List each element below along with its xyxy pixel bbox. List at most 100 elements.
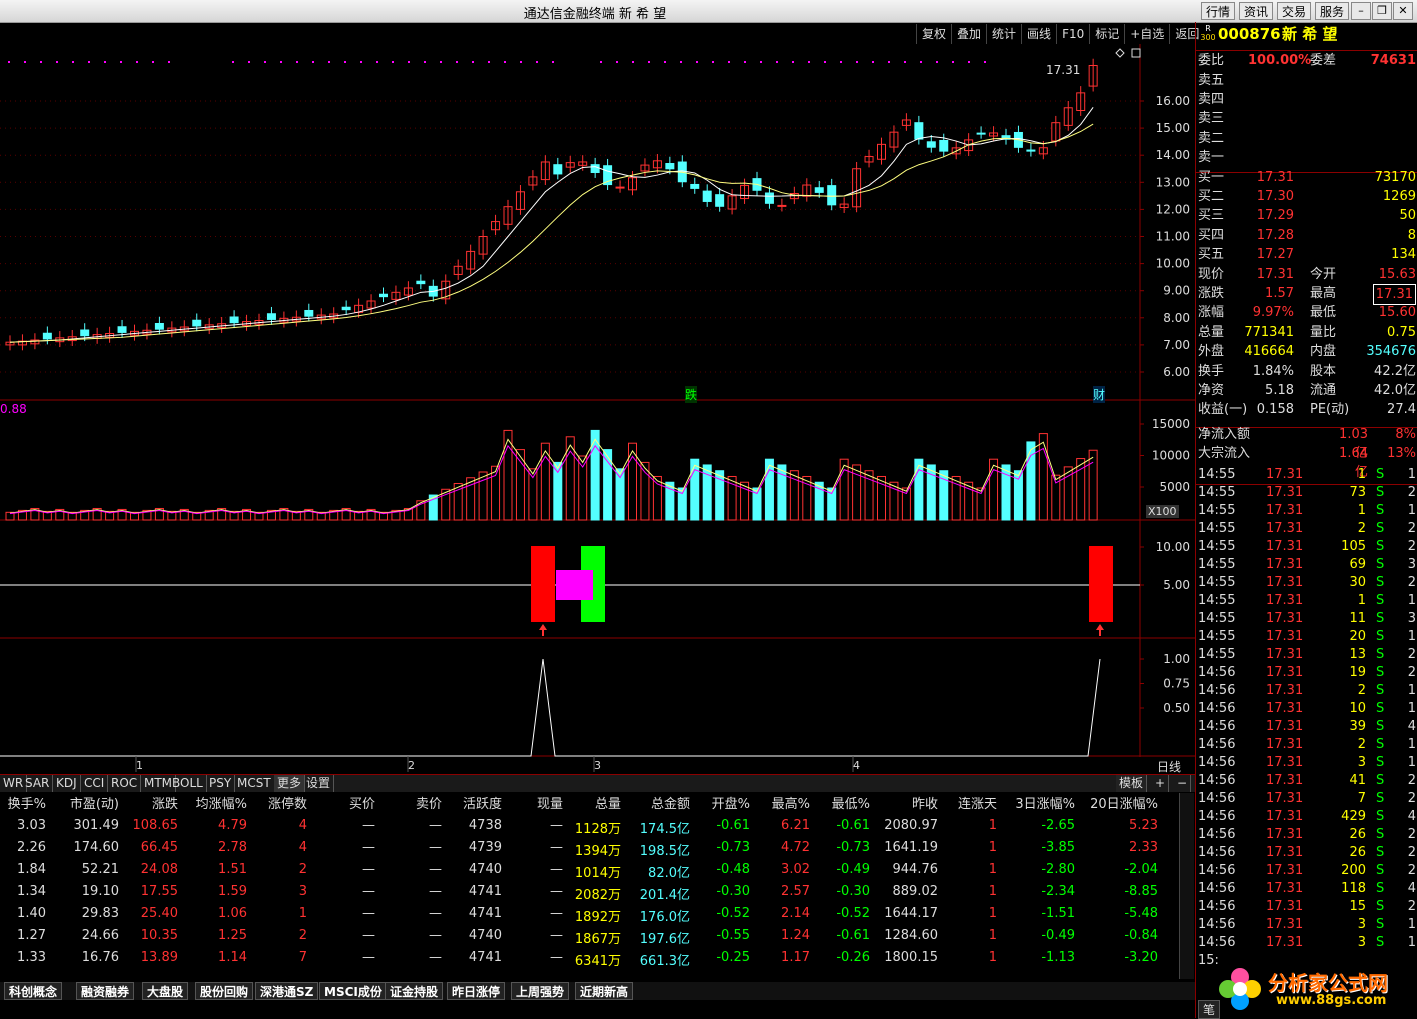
- table-header-2[interactable]: 涨跌: [152, 793, 178, 812]
- minimize-icon[interactable]: –: [1351, 2, 1371, 20]
- table-cell: 4741: [468, 950, 502, 965]
- period-label[interactable]: 日线: [1157, 758, 1181, 775]
- stat2-value: 5.18: [1265, 383, 1294, 399]
- table-cell: 4: [298, 840, 307, 855]
- sector-tab-8[interactable]: 上周强势: [511, 982, 570, 1000]
- indicator-tab-kdj[interactable]: KDJ: [53, 775, 81, 792]
- sector-tab-6[interactable]: 证金持股: [385, 982, 444, 1000]
- table-header-9[interactable]: 总量: [595, 793, 621, 812]
- table-row[interactable]: 1.33 16.76 13.89 1.14 7 — — 4741 — 6341万 661.3亿 -0.…: [0, 947, 1170, 969]
- table-header-4[interactable]: 涨停数: [268, 793, 307, 812]
- tick-time: 14:56: [1198, 755, 1236, 770]
- sector-tab-0[interactable]: 科创概念: [4, 982, 63, 1000]
- tick-price: 17.31: [1266, 863, 1304, 878]
- tick-row: 14:56 17.31 3 S 1: [1198, 916, 1416, 934]
- tick-count: 1: [1407, 737, 1416, 752]
- table-header-17[interactable]: 20日涨幅%: [1090, 793, 1158, 812]
- table-row[interactable]: 1.34 19.10 17.55 1.59 3 — — 4741 — 2082万 201.4亿 -0.…: [0, 881, 1170, 903]
- indicator-tab-设置[interactable]: 设置: [303, 775, 335, 792]
- menu-button-fuwu[interactable]: 服务: [1315, 2, 1350, 20]
- sector-tab-5[interactable]: MSCI成份: [319, 982, 387, 1000]
- ind2-axis-label: 0.50: [1163, 701, 1190, 715]
- table-cell: 1: [988, 928, 997, 943]
- stat2-label: 股本: [1310, 364, 1337, 379]
- table-cell: -0.84: [1124, 928, 1158, 943]
- ind2-line: [0, 658, 1101, 757]
- tick-count: 4: [1407, 881, 1416, 896]
- menu-button-zixun[interactable]: 资讯: [1239, 2, 1274, 20]
- tick-side: S: [1376, 737, 1385, 752]
- sector-tab-3[interactable]: 股份回购: [195, 982, 254, 1000]
- table-row[interactable]: 1.84 52.21 24.08 1.51 2 — — 4740 — 1014万 82.0亿 -0.4…: [0, 859, 1170, 881]
- sector-tab-9[interactable]: 近期新高: [575, 982, 634, 1000]
- tick-time: 14:55: [1198, 467, 1236, 482]
- toolbar-biaoji[interactable]: 标记: [1089, 24, 1124, 44]
- toolbar-huaxian[interactable]: 画线: [1021, 24, 1056, 44]
- tick-volume: 26: [1349, 827, 1366, 842]
- remove-tab-button[interactable]: −: [1174, 775, 1192, 792]
- quote-stat-row: 总量 771341 量比 0.75: [1198, 323, 1416, 342]
- table-cell: 4.72: [781, 840, 810, 855]
- tick-price: 17.31: [1266, 467, 1304, 482]
- menu-button-hangqing[interactable]: 行情: [1201, 2, 1236, 20]
- sector-tab-2[interactable]: 大盘股: [142, 982, 189, 1000]
- table-row[interactable]: 1.27 24.66 10.35 1.25 2 — — 4740 — 1867万 197.6亿 -0.…: [0, 925, 1170, 947]
- table-header-15[interactable]: 连涨天: [958, 793, 997, 812]
- candle-body: [266, 313, 276, 320]
- kline-chart[interactable]: 16.0015.0014.0013.0012.0011.0010.009.008…: [0, 44, 1195, 774]
- tick-price: 17.31: [1266, 773, 1304, 788]
- tick-count: 2: [1407, 521, 1416, 536]
- table-header-12[interactable]: 最高%: [772, 793, 810, 812]
- close-icon[interactable]: ✕: [1393, 2, 1413, 20]
- table-header-14[interactable]: 昨收: [912, 793, 938, 812]
- table-header-6[interactable]: 卖价: [416, 793, 442, 812]
- candle-body: [926, 141, 936, 148]
- menu-button-jiaoyi[interactable]: 交易: [1277, 2, 1312, 20]
- sector-tab-7[interactable]: 昨日涨停: [447, 982, 506, 1000]
- restore-icon[interactable]: ❐: [1372, 2, 1392, 20]
- table-row[interactable]: 1.40 29.83 25.40 1.06 1 — — 4741 — 1892万 176.0亿 -0.…: [0, 903, 1170, 925]
- indicator-tab-更多[interactable]: 更多: [274, 775, 306, 792]
- tick-volume: 15: [1349, 899, 1366, 914]
- table-scrollbar[interactable]: [1179, 793, 1194, 979]
- toolbar-f10[interactable]: F10: [1056, 24, 1089, 44]
- tick-volume: 19: [1349, 665, 1366, 680]
- sector-table[interactable]: 换手% 市盈(动) 涨跌 均涨幅% 涨停数 买价 卖价 活跃度 现量 总量 总金额 开盘% 最高% 最低%…: [0, 791, 1195, 981]
- tick-count: 4: [1407, 719, 1416, 734]
- table-row[interactable]: 3.03 301.49 108.65 4.79 4 — — 4738 — 1128万 174.5亿 -…: [0, 815, 1170, 837]
- table-header-5[interactable]: 买价: [349, 793, 375, 812]
- toolbar-tongji[interactable]: 统计: [986, 24, 1021, 44]
- indicator-tab-sar[interactable]: SAR: [22, 775, 54, 792]
- table-header-7[interactable]: 活跃度: [463, 793, 502, 812]
- indicator-tab-mcst[interactable]: MCST: [234, 775, 275, 792]
- table-header-3[interactable]: 均涨幅%: [196, 793, 247, 812]
- indicator-tab-boll[interactable]: BOLL: [169, 775, 207, 792]
- tick-price: 17.31: [1266, 827, 1304, 842]
- stat-value: 17.31: [1256, 267, 1294, 282]
- signal-dot: [728, 61, 730, 63]
- toolbar-diejia[interactable]: 叠加: [951, 24, 986, 44]
- table-cell: -0.25: [716, 950, 750, 965]
- toolbar-zixuan[interactable]: +自选: [1124, 24, 1169, 44]
- table-header-1[interactable]: 市盈(动): [70, 793, 119, 812]
- tick-row: 14:56 17.31 2 S 1: [1198, 736, 1416, 754]
- table-header-16[interactable]: 3日涨幅%: [1015, 793, 1075, 812]
- sector-tab-4[interactable]: 深港通SZ: [255, 982, 319, 1000]
- indicator-tab-cci[interactable]: CCI: [81, 775, 109, 792]
- table-header-13[interactable]: 最低%: [832, 793, 870, 812]
- sector-tab-1[interactable]: 融资融券: [76, 982, 135, 1000]
- template-tab[interactable]: 模板: [1116, 775, 1148, 792]
- high-price-label: 17.31: [1046, 63, 1081, 77]
- table-header-0[interactable]: 换手%: [8, 793, 46, 812]
- add-tab-button[interactable]: +: [1152, 775, 1170, 792]
- table-header-8[interactable]: 现量: [537, 793, 563, 812]
- table-row[interactable]: 2.26 174.60 66.45 2.78 4 — — 4739 — 1394万 198.5亿 -0…: [0, 837, 1170, 859]
- table-cell: -5.48: [1124, 906, 1158, 921]
- toolbar-fuquan[interactable]: 复权: [916, 24, 951, 44]
- signal-dot: [440, 61, 442, 63]
- table-header-10[interactable]: 总金额: [651, 793, 690, 812]
- table-header-11[interactable]: 开盘%: [712, 793, 750, 812]
- tick-time: 14:56: [1198, 701, 1236, 716]
- indicator-tab-roc[interactable]: ROC: [108, 775, 142, 792]
- indicator-tab-psy[interactable]: PSY: [206, 775, 236, 792]
